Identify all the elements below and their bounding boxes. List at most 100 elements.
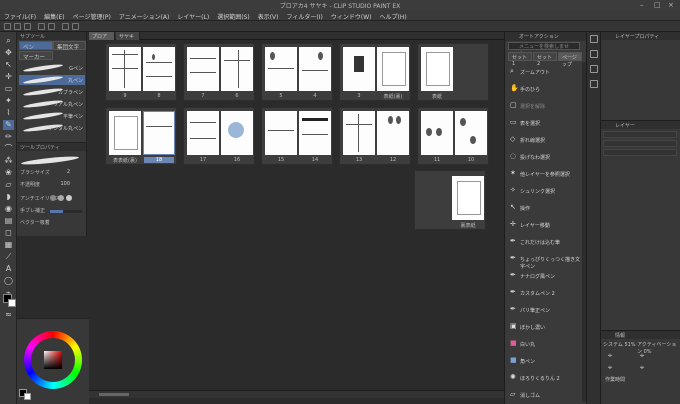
- navigator-icon[interactable]: [590, 35, 598, 43]
- menu-window[interactable]: ウィンドウ(W): [327, 10, 376, 21]
- menu-layer[interactable]: レイヤー(L): [173, 10, 213, 21]
- page-spread[interactable]: 11 10: [417, 107, 489, 165]
- layer-toolbar[interactable]: [603, 149, 677, 156]
- subtool-tab-marker[interactable]: マーカー: [19, 51, 53, 61]
- minimize-button[interactable]: –: [640, 1, 644, 9]
- pencil-icon[interactable]: ✏: [3, 132, 14, 142]
- hue-ring[interactable]: [24, 331, 82, 389]
- page-thumbnail[interactable]: [421, 47, 453, 91]
- page-thumbnail[interactable]: [221, 47, 253, 91]
- auto-action-item[interactable]: ✒ これだけは込む筆: [508, 236, 581, 247]
- page-thumbnail[interactable]: [109, 47, 141, 91]
- auto-action-item[interactable]: ■ 角ペン: [508, 355, 581, 366]
- tab-document-2[interactable]: サヤキ: [116, 32, 140, 40]
- move-icon[interactable]: ✥: [3, 48, 14, 58]
- saturation-value-square[interactable]: [44, 351, 62, 369]
- frame-icon[interactable]: ▦: [3, 240, 14, 250]
- opacity-row[interactable]: 不透明度 100: [20, 181, 84, 189]
- antialias-row[interactable]: アンチエイリアス: [20, 195, 84, 203]
- menu-edit[interactable]: 編集(E): [40, 10, 68, 21]
- decoration-icon[interactable]: ❀: [3, 168, 14, 178]
- page-spread[interactable]: 表紙: [417, 43, 489, 101]
- page-thumbnail[interactable]: [421, 111, 453, 155]
- subtool-tab-text[interactable]: 集団文字: [53, 41, 86, 51]
- tab-document-1[interactable]: プロアカ4: [89, 32, 115, 47]
- page-thumbnail[interactable]: [187, 111, 219, 155]
- operation-icon[interactable]: ↖: [3, 60, 14, 70]
- stabilization-row[interactable]: 手ブレ補正: [20, 207, 84, 215]
- close-button[interactable]: ×: [668, 1, 674, 9]
- menu-filter[interactable]: フィルター(I): [283, 10, 327, 21]
- auto-action-item[interactable]: ⌕ ズームアウト: [508, 66, 581, 77]
- page-thumbnail[interactable]: [265, 47, 297, 91]
- auto-action-item[interactable]: ✒ ちょっぴりくっつく描き文字ペン: [508, 253, 581, 271]
- auto-select-icon[interactable]: ✦: [3, 96, 14, 106]
- menu-help[interactable]: ヘルプ(H): [375, 10, 410, 21]
- text-icon[interactable]: A: [3, 264, 14, 274]
- clear-icon[interactable]: [62, 23, 69, 30]
- open-file-icon[interactable]: [14, 23, 21, 30]
- auto-action-item[interactable]: ▱ 消しゴム: [508, 389, 581, 400]
- page-spread[interactable]: 裏表紙: [414, 170, 486, 230]
- auto-action-item[interactable]: ◌ 投げなわ選択: [508, 151, 581, 162]
- auto-action-item[interactable]: ✧ シュリンク選択: [508, 185, 581, 196]
- auto-action-item[interactable]: ■ 白い丸: [508, 338, 581, 349]
- scroll-thumb[interactable]: [99, 393, 129, 396]
- auto-action-item[interactable]: ▭ 表を選択: [508, 117, 581, 128]
- brush-icon[interactable]: ⌒: [3, 144, 14, 154]
- auto-action-item[interactable]: ✶ 他レイヤーを参照選択: [508, 168, 581, 179]
- menu-page[interactable]: ページ管理(P): [69, 10, 115, 21]
- page-spread[interactable]: 3 表紙(裏): [339, 43, 411, 101]
- subtool-tab-pen[interactable]: ペン: [19, 41, 53, 51]
- page-thumbnail[interactable]: [455, 111, 487, 155]
- redo-icon[interactable]: [48, 23, 55, 30]
- page-thumbnail[interactable]: [377, 47, 409, 91]
- page-thumbnail[interactable]: [343, 111, 375, 155]
- page-thumbnail[interactable]: [299, 47, 331, 91]
- opacity-slider[interactable]: [603, 140, 677, 147]
- zoom-icon[interactable]: ⌕: [3, 36, 14, 46]
- brush-item[interactable]: Gペン: [19, 63, 85, 73]
- auto-action-item[interactable]: ▢ 選択を解除: [508, 100, 581, 111]
- eraser-icon[interactable]: ▱: [3, 180, 14, 190]
- auto-action-tab-page[interactable]: ページップ: [558, 52, 582, 68]
- auto-action-item[interactable]: ✺ ほろりくるりん 2: [508, 372, 581, 383]
- balloon-icon[interactable]: ◯: [3, 276, 14, 286]
- auto-action-item[interactable]: ✛ レイヤー移動: [508, 219, 581, 230]
- page-thumbnail[interactable]: [299, 111, 331, 155]
- page-thumbnail[interactable]: [221, 111, 253, 155]
- menu-selection[interactable]: 選択範囲(S): [213, 10, 254, 21]
- menu-view[interactable]: 表示(V): [254, 10, 283, 21]
- auto-action-item[interactable]: ✋ 手のひら: [508, 83, 581, 94]
- vector-snap-row[interactable]: ベクター吸着: [20, 219, 84, 227]
- page-thumbnail[interactable]: [109, 111, 141, 155]
- page-thumbnail[interactable]: [265, 111, 297, 155]
- auto-action-item[interactable]: ✒ ナナログ風ペン: [508, 270, 581, 281]
- page-thumbnail[interactable]: [143, 47, 175, 91]
- page-icon[interactable]: [590, 80, 598, 88]
- page-spread[interactable]: 17 16: [183, 107, 255, 165]
- auto-action-item[interactable]: ✒ カスタムペン 2: [508, 287, 581, 298]
- menu-animation[interactable]: アニメーション(A): [115, 10, 174, 21]
- auto-action-search[interactable]: メニューを検索しません: [508, 42, 580, 57]
- page-spread[interactable]: 15 14: [261, 107, 333, 165]
- page-thumbnail-selected[interactable]: [143, 111, 175, 155]
- page-spread[interactable]: 表表紙(裏) 18: [105, 107, 177, 165]
- brush-item[interactable]: カブラペン: [19, 87, 85, 97]
- transparent-color-icon[interactable]: ≈: [3, 310, 14, 320]
- page-spread[interactable]: 5 4: [261, 43, 333, 101]
- info-tab-system[interactable]: システム 51%: [603, 341, 636, 348]
- save-icon[interactable]: [24, 23, 31, 30]
- history-icon[interactable]: [590, 65, 598, 73]
- sub-color-swatch[interactable]: [8, 299, 16, 307]
- move-layer-icon[interactable]: ✛: [3, 72, 14, 82]
- auto-action-item[interactable]: ▣ ぼかし濃い: [508, 321, 581, 332]
- page-thumbnail[interactable]: [343, 47, 375, 91]
- page-spread[interactable]: 7 6: [183, 43, 255, 101]
- page-thumbnail[interactable]: [452, 176, 484, 220]
- page-thumbnail[interactable]: [377, 111, 409, 155]
- material-icon[interactable]: [590, 50, 598, 58]
- maximize-button[interactable]: □: [654, 1, 661, 9]
- selection-icon[interactable]: ▭: [3, 84, 14, 94]
- ruler-icon[interactable]: ⟋: [3, 252, 14, 262]
